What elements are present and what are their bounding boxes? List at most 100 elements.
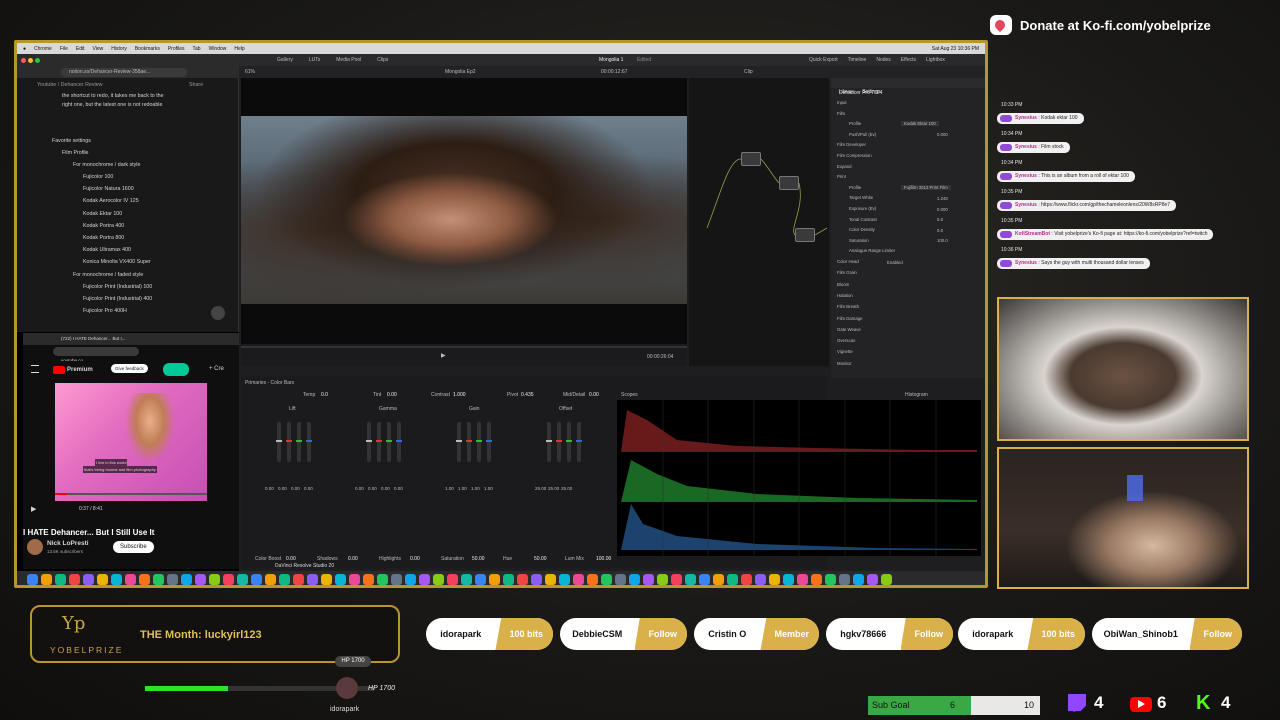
wheel-bar[interactable] xyxy=(376,422,382,462)
histogram-dropdown[interactable]: Histogram xyxy=(905,392,928,398)
play-icon[interactable]: ▶ xyxy=(31,505,36,513)
channel-avatar[interactable] xyxy=(27,539,43,555)
wheel-bar[interactable] xyxy=(466,422,472,462)
topbar-nodes[interactable]: Nodes xyxy=(876,57,890,63)
inspector-item[interactable]: Halation xyxy=(837,293,853,298)
youtube-logo-icon[interactable] xyxy=(53,366,65,374)
cast-icon[interactable] xyxy=(163,363,189,376)
inspector-item[interactable]: Monitor xyxy=(837,361,851,366)
wheel-value[interactable]: 1.00 xyxy=(445,486,454,491)
dock-app-icon[interactable] xyxy=(881,573,892,585)
bottom-param[interactable]: Highlights xyxy=(379,556,401,562)
inspector-item[interactable]: Input xyxy=(837,100,847,105)
wheel-bar[interactable] xyxy=(566,422,572,462)
bottom-param[interactable]: 50.00 xyxy=(472,556,485,562)
bottom-param[interactable]: Hue xyxy=(503,556,512,562)
inspector-item[interactable]: Print xyxy=(837,174,846,179)
dock-app-icon[interactable] xyxy=(153,573,164,585)
wheel-lift[interactable] xyxy=(271,418,321,548)
dock-app-icon[interactable] xyxy=(461,573,472,585)
wheel-value[interactable]: 0.00 xyxy=(291,486,300,491)
bottom-param[interactable]: 0.00 xyxy=(348,556,358,562)
dock-app-icon[interactable] xyxy=(629,573,640,585)
dock-app-icon[interactable] xyxy=(139,573,150,585)
menu-file[interactable]: File xyxy=(60,46,68,52)
bottom-param[interactable]: 0.00 xyxy=(286,556,296,562)
wheel-handle[interactable] xyxy=(276,440,282,442)
dock-app-icon[interactable] xyxy=(727,573,738,585)
topbar-media-pool[interactable]: Media Pool xyxy=(336,57,361,63)
dock-app-icon[interactable] xyxy=(643,573,654,585)
give-feedback-button[interactable]: Give feedback xyxy=(111,364,148,373)
wheel-bar[interactable] xyxy=(476,422,482,462)
dock-app-icon[interactable] xyxy=(699,573,710,585)
wheel-value[interactable]: 1.00 xyxy=(458,486,467,491)
menu-edit[interactable]: Edit xyxy=(76,46,85,52)
wheel-value[interactable]: 25.00 xyxy=(561,486,572,491)
wheel-handle[interactable] xyxy=(466,440,472,442)
wheel-value[interactable]: 1.00 xyxy=(471,486,480,491)
dock-app-icon[interactable] xyxy=(825,573,836,585)
dock-app-icon[interactable] xyxy=(475,573,486,585)
wheel-value[interactable]: 0.00 xyxy=(368,486,377,491)
inspector-item[interactable]: Saturation xyxy=(849,238,869,243)
menu-bookmarks[interactable]: Bookmarks xyxy=(135,46,160,52)
menu-profiles[interactable]: Profiles xyxy=(168,46,185,52)
dock-app-icon[interactable] xyxy=(251,573,262,585)
inspector-item[interactable]: Tonal Contrast xyxy=(849,217,877,222)
share-button[interactable]: Share xyxy=(189,82,203,88)
bottom-param[interactable]: 100.00 xyxy=(596,556,611,562)
minimize-dot[interactable] xyxy=(28,58,33,63)
wheel-value[interactable]: 0.00 xyxy=(304,486,313,491)
inspector-item[interactable]: Expand xyxy=(837,164,852,169)
wheel-bar[interactable] xyxy=(386,422,392,462)
wheel-bar[interactable] xyxy=(456,422,462,462)
wheel-value[interactable]: 25.00 xyxy=(548,486,559,491)
inspector-value[interactable]: 100.0 xyxy=(937,238,948,243)
inspector-item[interactable]: Vignette xyxy=(837,349,853,354)
dock-app-icon[interactable] xyxy=(391,573,402,585)
wheel-handle[interactable] xyxy=(286,440,292,442)
close-dot[interactable] xyxy=(21,58,26,63)
play-button[interactable]: ▶ xyxy=(441,352,446,359)
wheel-bar[interactable] xyxy=(556,422,562,462)
dock-app-icon[interactable] xyxy=(755,573,766,585)
enabled-checkbox[interactable]: Enabled xyxy=(887,260,903,265)
topbar-lightbox[interactable]: Lightbox xyxy=(926,57,945,63)
menu-chrome[interactable]: Chrome xyxy=(34,46,52,52)
dock-app-icon[interactable] xyxy=(587,573,598,585)
menu-history[interactable]: History xyxy=(111,46,127,52)
create-button[interactable]: + Cre xyxy=(209,366,224,372)
wheel-value[interactable]: 0.00 xyxy=(278,486,287,491)
inspector-item[interactable]: Film Breath xyxy=(837,304,859,309)
inspector-item[interactable]: Color Head xyxy=(837,259,859,264)
dock-app-icon[interactable] xyxy=(363,573,374,585)
wheel-handle[interactable] xyxy=(566,440,572,442)
inspector-item[interactable]: Film xyxy=(837,111,845,116)
wheel-bar[interactable] xyxy=(276,422,282,462)
wheel-handle[interactable] xyxy=(476,440,482,442)
dock-app-icon[interactable] xyxy=(55,573,66,585)
wheel-handle[interactable] xyxy=(546,440,552,442)
topbar-timeline[interactable]: Timeline xyxy=(848,57,867,63)
inspector-item[interactable]: Film Grain xyxy=(837,270,857,275)
inspector-item[interactable]: Film Damage xyxy=(837,316,863,321)
push-pull-value[interactable]: 0.000 xyxy=(937,132,948,137)
dock-app-icon[interactable] xyxy=(853,573,864,585)
dock-app-icon[interactable] xyxy=(111,573,122,585)
dock-app-icon[interactable] xyxy=(433,573,444,585)
wheel-gamma[interactable] xyxy=(361,418,411,548)
dock-app-icon[interactable] xyxy=(181,573,192,585)
bottom-param[interactable]: 0.00 xyxy=(410,556,420,562)
breadcrumb-page[interactable]: Dehancer Review xyxy=(61,82,103,88)
dock-app-icon[interactable] xyxy=(573,573,584,585)
topbar-quick-export[interactable]: Quick Export xyxy=(809,57,838,63)
middetail-value[interactable]: 0.00 xyxy=(589,392,599,398)
dock-app-icon[interactable] xyxy=(545,573,556,585)
menu-window[interactable]: Window xyxy=(209,46,227,52)
wheel-value[interactable]: 0.00 xyxy=(381,486,390,491)
dock-app-icon[interactable] xyxy=(447,573,458,585)
wheel-value[interactable]: 25.00 xyxy=(535,486,546,491)
wheel-handle[interactable] xyxy=(576,440,582,442)
inspector-value[interactable]: 0.0 xyxy=(937,217,943,222)
